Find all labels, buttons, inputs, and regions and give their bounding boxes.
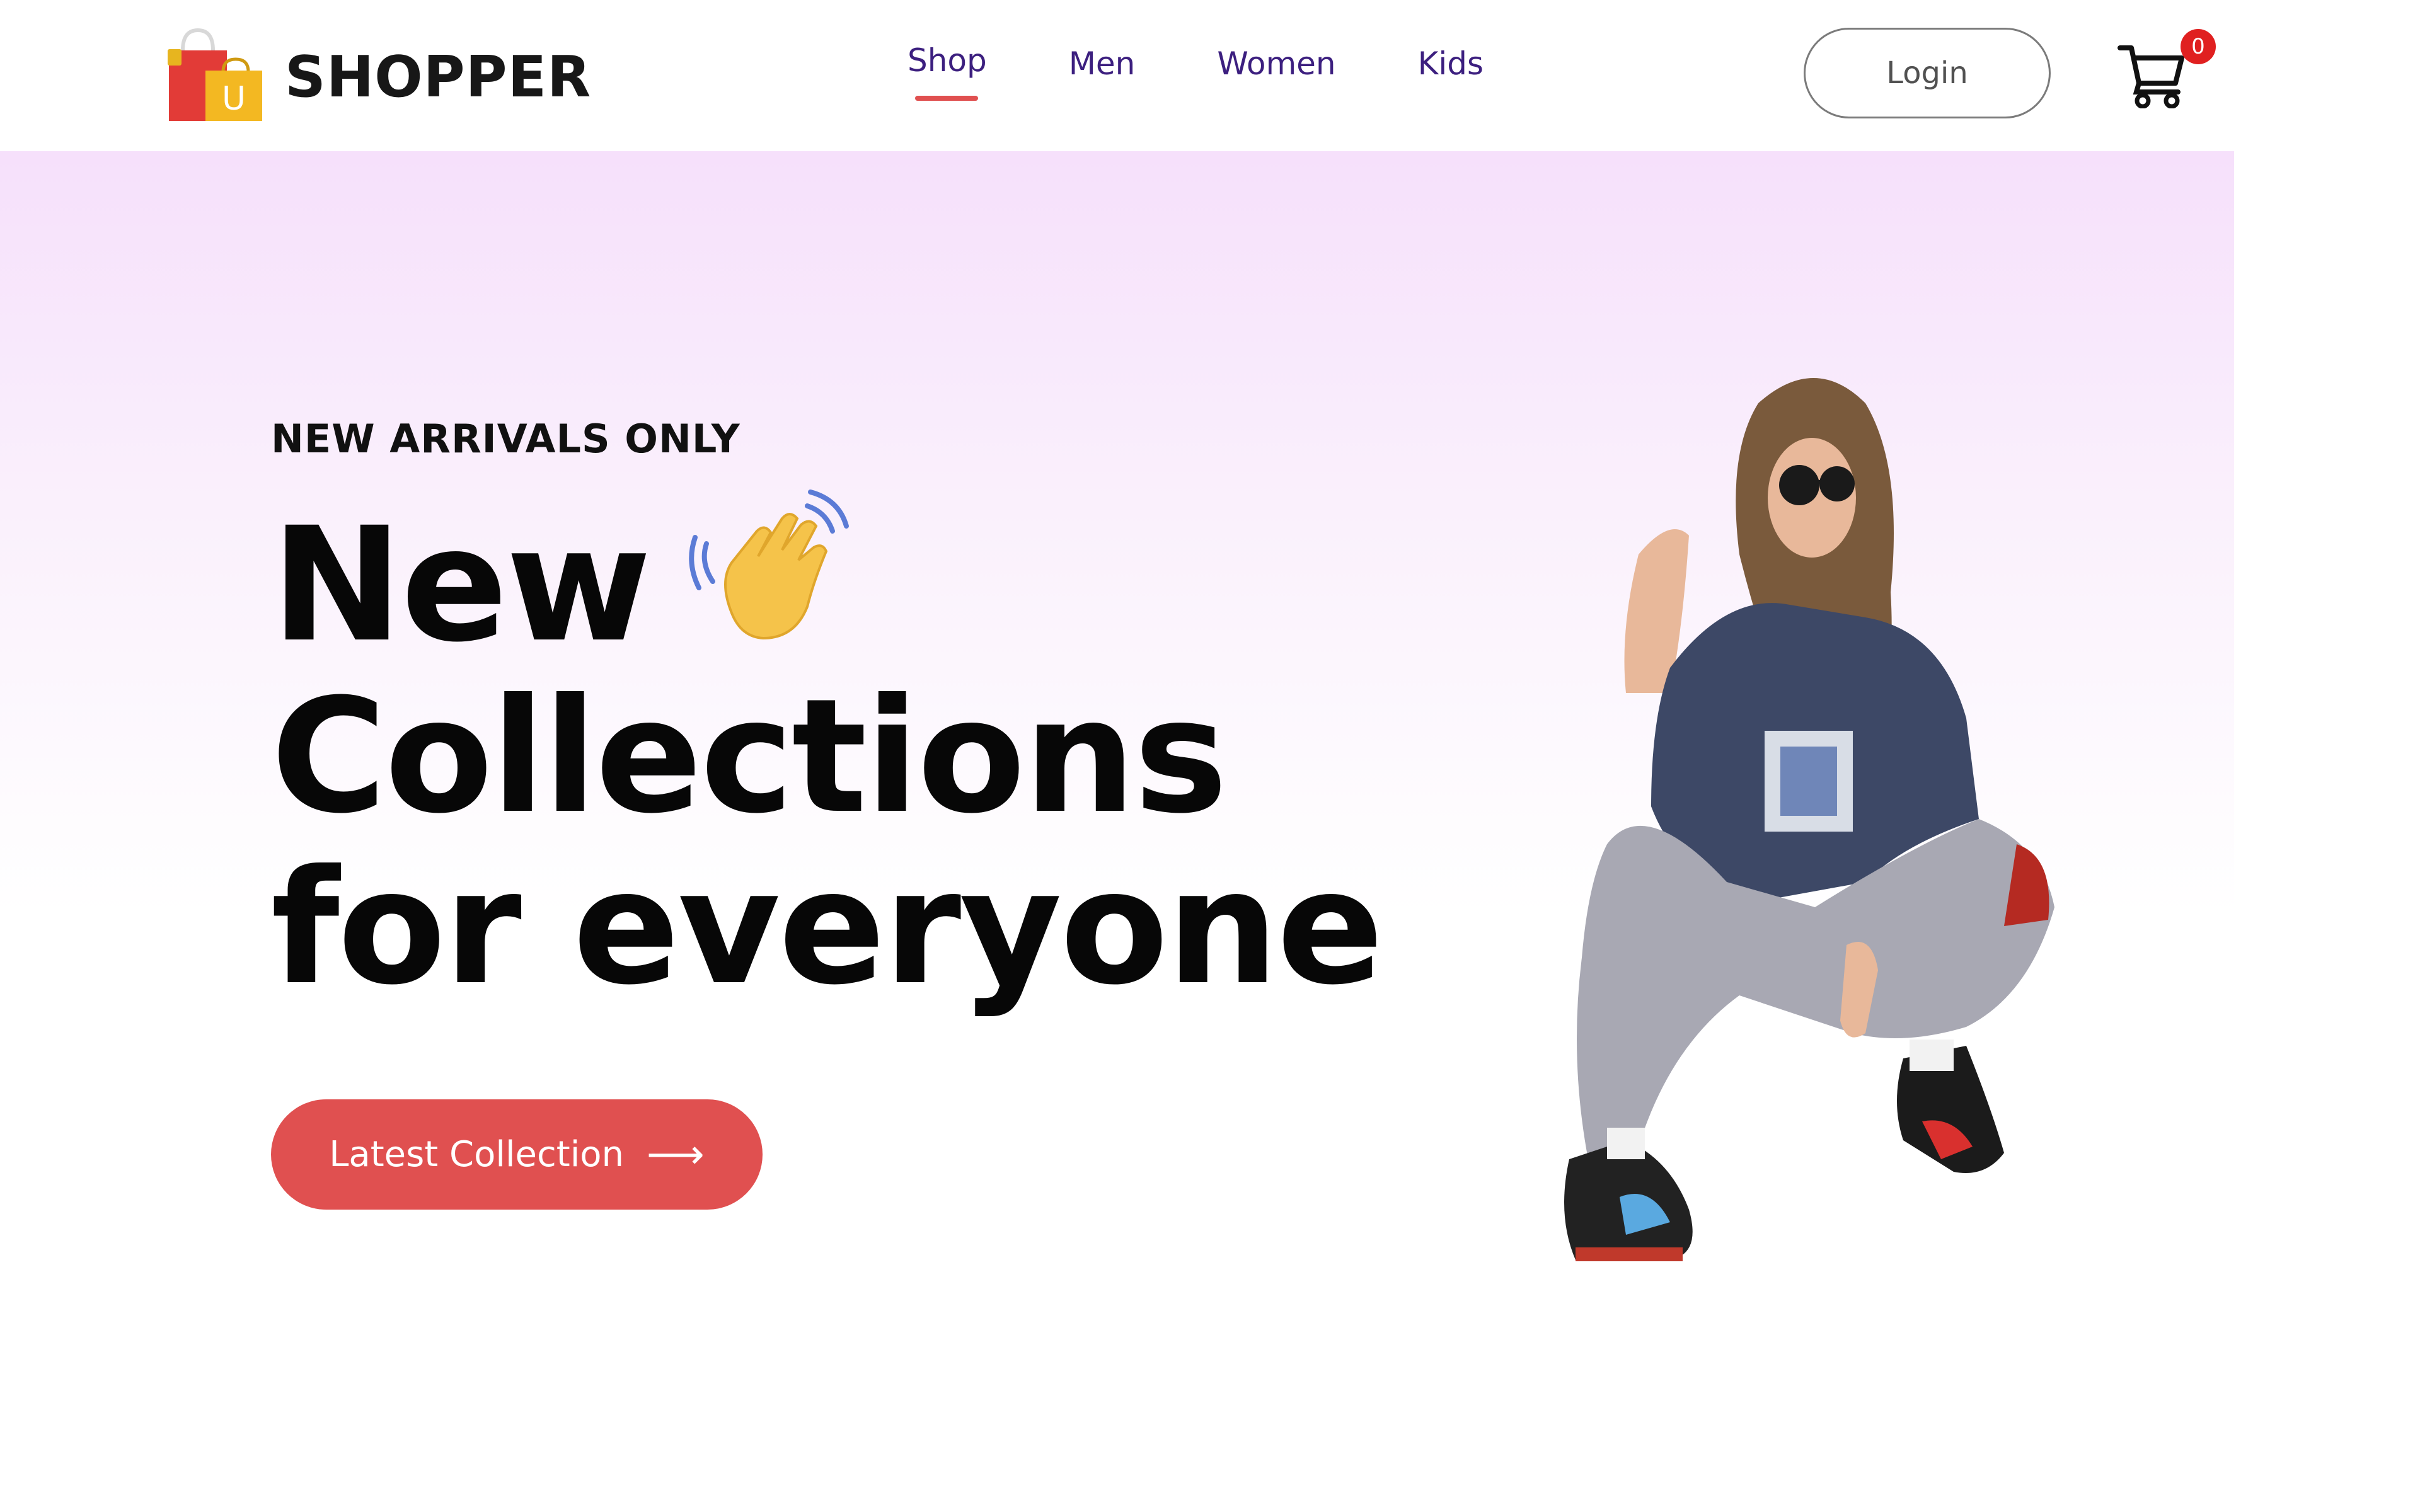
headline-line-1: New xyxy=(271,490,1381,671)
headline-text-1: New xyxy=(271,493,652,677)
nav-label: Men xyxy=(1068,45,1136,82)
hero-section: NEW ARRIVALS ONLY New Collections for ev… xyxy=(0,151,2234,1323)
navbar: U SHOPPER Shop Men Women Kids Login 0 xyxy=(0,0,2420,151)
hero-headline: New Collections for everyone xyxy=(271,490,1383,1019)
nav-item-women[interactable]: Women xyxy=(1217,45,1335,82)
nav-label: Women xyxy=(1217,45,1336,82)
brand-logo[interactable]: U SHOPPER xyxy=(165,26,591,127)
headline-line-2: Collections xyxy=(271,665,1228,848)
hero-eyebrow: NEW ARRIVALS ONLY xyxy=(271,416,740,462)
cart-count-badge: 0 xyxy=(2181,29,2216,64)
nav-item-shop[interactable]: Shop xyxy=(908,42,987,101)
brand-name: SHOPPER xyxy=(285,43,592,110)
nav-label: Kids xyxy=(1417,45,1484,82)
nav-item-kids[interactable]: Kids xyxy=(1418,45,1484,82)
logo-letter: U xyxy=(222,80,246,118)
cta-label: Latest Collection xyxy=(329,1134,625,1175)
active-nav-underline xyxy=(915,96,978,101)
nav-label: Shop xyxy=(908,42,987,79)
headline-line-3: for everyone xyxy=(271,836,1383,1019)
cart-icon xyxy=(2118,45,2184,108)
hero-text: NEW ARRIVALS ONLY New Collections for ev… xyxy=(271,416,1383,1019)
shopping-bag-icon: U xyxy=(165,26,266,127)
model-squatting-photo xyxy=(1462,365,2231,1474)
main-nav: Shop Men Women Kids xyxy=(908,42,1565,101)
arrow-right-icon: ⟶ xyxy=(647,1131,705,1178)
latest-collection-button[interactable]: Latest Collection ⟶ xyxy=(271,1099,763,1210)
login-button[interactable]: Login xyxy=(1804,28,2051,118)
cart-button[interactable]: 0 xyxy=(2118,25,2218,113)
waving-hand-icon xyxy=(688,487,851,651)
nav-item-men[interactable]: Men xyxy=(1069,45,1136,82)
